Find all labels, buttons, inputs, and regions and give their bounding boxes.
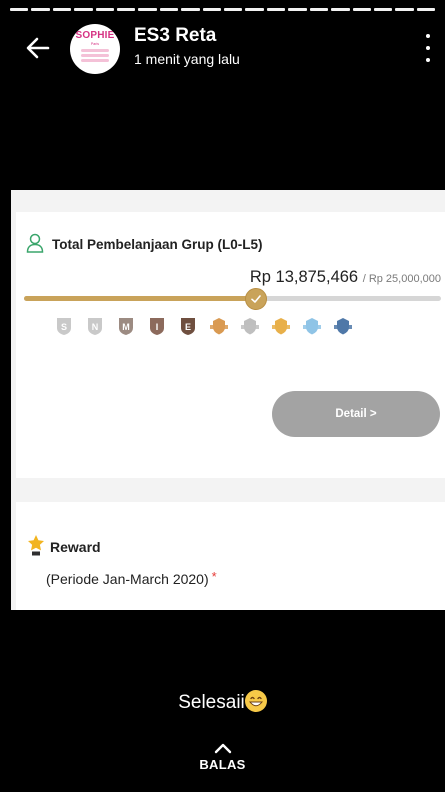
story-progress-segment — [31, 8, 50, 11]
progress-check-icon — [245, 288, 268, 310]
story-caption: Selesaii — [0, 690, 445, 714]
avatar-decoration — [81, 49, 109, 62]
detail-button[interactable]: Detail > — [272, 391, 440, 437]
story-progress-segment — [245, 8, 264, 11]
story-progress-segment — [395, 8, 414, 11]
story-progress-segment — [202, 8, 222, 11]
reward-period-text: (Periode Jan-March 2020) — [46, 571, 209, 587]
level-badge-icon: I — [147, 316, 167, 336]
level-badge-icon — [240, 316, 260, 336]
level-badge-icon — [209, 316, 229, 336]
chevron-up-icon — [214, 743, 231, 754]
story-progress-segment — [352, 8, 371, 11]
level-badge-letter: E — [185, 322, 191, 332]
target-amount: / Rp 25,000,000 — [362, 273, 441, 285]
back-arrow-icon[interactable] — [24, 34, 52, 62]
story-progress-segment — [138, 8, 157, 11]
story-progress-segment — [373, 8, 393, 11]
level-badge-icon — [302, 316, 322, 336]
reward-title: Reward — [50, 538, 101, 555]
purchase-amount: Rp 13,875,466 / Rp 25,000,000 — [250, 268, 441, 287]
reward-title-row: Reward — [26, 534, 101, 559]
level-badge-letter: S — [61, 322, 67, 332]
avatar[interactable]: SOPHIE Paris — [70, 24, 120, 74]
reward-period: (Periode Jan-March 2020) * — [46, 569, 217, 587]
story-progress-segment — [331, 8, 350, 11]
story-progress-segment — [288, 8, 307, 11]
story-image: Total Pembelanjaan Grup (L0-L5) Rp 13,87… — [11, 190, 445, 610]
level-badge-letter: I — [156, 322, 159, 332]
level-badge-icon — [333, 316, 353, 336]
level-badge-icon — [271, 316, 291, 336]
purchase-progress-track — [24, 288, 441, 310]
level-badge-letter: M — [122, 322, 130, 332]
group-purchase-title-row: Total Pembelanjaan Grup (L0-L5) — [26, 233, 263, 256]
trophy-icon — [26, 534, 46, 559]
story-progress-segment — [181, 8, 200, 11]
story-progress-segment — [74, 8, 93, 11]
more-options-icon[interactable] — [423, 34, 433, 62]
caption-text: Selesaii — [178, 692, 245, 713]
level-badge-letter: N — [92, 322, 99, 332]
story-progress-segment — [117, 8, 136, 11]
group-purchase-title: Total Pembelanjaan Grup (L0-L5) — [52, 237, 263, 252]
group-purchase-card: Total Pembelanjaan Grup (L0-L5) Rp 13,87… — [16, 212, 445, 478]
current-amount: Rp 13,875,466 — [249, 268, 359, 286]
user-outline-icon — [26, 233, 44, 256]
story-progress-segment — [52, 8, 72, 11]
level-badge-icon: E — [178, 316, 198, 336]
user-name[interactable]: ES3 Reta — [134, 25, 216, 47]
story-progress-segment — [95, 8, 115, 11]
post-time: 1 menit yang lalu — [134, 51, 240, 67]
story-progress-segment — [224, 8, 243, 11]
purchase-progress-fill — [24, 296, 256, 301]
reply-label: BALAS — [199, 757, 246, 772]
story-header: SOPHIE Paris ES3 Reta 1 menit yang lalu — [0, 24, 445, 74]
grinning-emoji-icon — [244, 690, 267, 712]
level-badges: SNMIE — [54, 316, 353, 336]
level-badge-icon: M — [116, 316, 136, 336]
story-progress-segment — [416, 8, 436, 11]
story-progress-segment — [159, 8, 179, 11]
story-progress-segment — [10, 8, 29, 11]
reply-control[interactable]: BALAS — [0, 742, 445, 774]
reward-card: Reward (Periode Jan-March 2020) * — [16, 502, 445, 610]
story-progress-segment — [266, 8, 286, 11]
required-asterisk: * — [211, 569, 217, 584]
avatar-brand-logo: SOPHIE — [75, 30, 115, 41]
level-badge-icon: N — [85, 316, 105, 336]
story-progress-bar — [10, 8, 436, 11]
level-badge-icon: S — [54, 316, 74, 336]
avatar-tagline: Paris — [90, 42, 100, 46]
story-progress-segment — [309, 8, 329, 11]
